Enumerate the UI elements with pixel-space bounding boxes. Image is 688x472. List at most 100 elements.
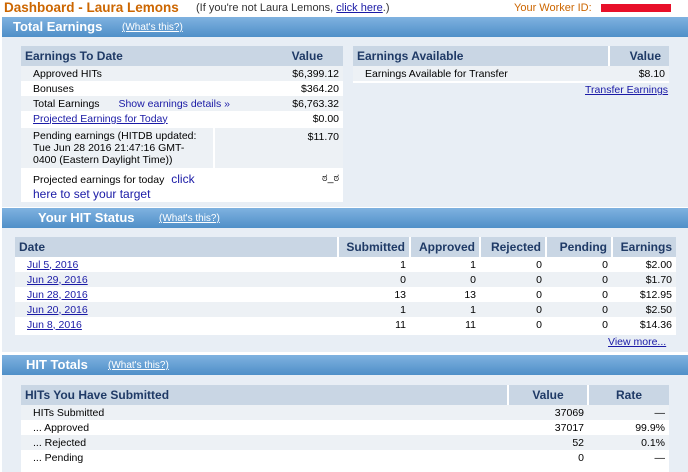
- double-chevron-down-icon: »: [224, 97, 230, 110]
- approved-cell: 13: [410, 287, 480, 302]
- view-more-link[interactable]: View more...: [608, 336, 666, 348]
- bonuses-label: Bonuses: [33, 82, 74, 95]
- totals-rate: —: [588, 405, 669, 420]
- totals-value-heading: Value: [508, 385, 589, 405]
- earnings-available-heading: Earnings Available: [357, 49, 464, 63]
- earnings-to-date-heading: Earnings To Date: [25, 49, 123, 63]
- total-earnings-title: Total Earnings: [13, 19, 103, 34]
- available-value-heading: Value: [608, 46, 669, 66]
- set-target-link[interactable]: here to set your target: [33, 187, 150, 201]
- rejected-cell: 0: [480, 317, 546, 332]
- approved-hits-label: Approved HITs: [33, 67, 102, 80]
- hit-status-help-link[interactable]: (What's this?): [159, 213, 220, 224]
- transfer-available-value: $8.10: [638, 67, 665, 80]
- show-earnings-details-label: Show earnings details: [118, 97, 222, 110]
- bonuses-value: $364.20: [301, 82, 339, 95]
- totals-rate: —: [588, 450, 669, 465]
- worker-id-label: Your Worker ID:: [514, 2, 592, 14]
- earnings-cell: $14.36: [612, 317, 676, 332]
- projected-earnings-value: $0.00: [312, 112, 339, 125]
- earnings-to-date-table: Earnings To Date Value Approved HITs $6,…: [21, 46, 343, 126]
- totals-value: 0: [508, 450, 588, 465]
- totals-value: 37017: [508, 420, 588, 435]
- rejected-cell: 0: [480, 287, 546, 302]
- pending-cell: 0: [546, 257, 612, 272]
- not-user-suffix: .): [382, 2, 390, 14]
- target-label: Projected earnings for today: [33, 174, 165, 186]
- click-here-link[interactable]: click here: [336, 2, 382, 14]
- col-rejected[interactable]: Rejected: [480, 237, 547, 257]
- col-submitted[interactable]: Submitted: [338, 237, 411, 257]
- hit-status-box: Date Submitted Approved Rejected Pending…: [15, 237, 676, 335]
- date-link[interactable]: Jun 28, 2016: [27, 289, 88, 301]
- earnings-cell: $2.50: [612, 302, 676, 317]
- col-approved[interactable]: Approved: [410, 237, 481, 257]
- total-earnings-label: Total Earnings: [33, 97, 100, 110]
- hit-totals-table: HITs You Have Submitted Value Rate HITs …: [21, 385, 669, 465]
- rejected-cell: 0: [480, 257, 546, 272]
- show-earnings-details-link[interactable]: Show earnings details »: [118, 98, 230, 110]
- worker-id-redaction: [601, 4, 671, 12]
- submitted-cell: 13: [338, 287, 410, 302]
- totals-label: ... Rejected: [21, 435, 508, 450]
- submitted-cell: 11: [338, 317, 410, 332]
- top-bar: Dashboard - Laura Lemons (If you're not …: [0, 0, 688, 16]
- table-row: Jun 20, 2016 1 1 0 0 $2.50: [15, 302, 676, 317]
- date-link[interactable]: Jun 20, 2016: [27, 304, 88, 316]
- target-link-start[interactable]: click: [171, 172, 194, 186]
- date-link[interactable]: Jul 5, 2016: [27, 259, 78, 271]
- pending-earnings-row: Pending earnings (HITDB updated: Tue Jun…: [21, 128, 343, 168]
- total-earnings-header: Total Earnings (What's this?): [2, 17, 688, 37]
- table-row: Jun 29, 2016 0 0 0 0 $1.70: [15, 272, 676, 287]
- total-earnings-help-link[interactable]: (What's this?): [122, 22, 183, 33]
- earnings-cell: $12.95: [612, 287, 676, 302]
- totals-label: ... Approved: [21, 420, 508, 435]
- submitted-cell: 1: [338, 257, 410, 272]
- submitted-cell: 0: [338, 272, 410, 287]
- date-link[interactable]: Jun 8, 2016: [27, 319, 82, 331]
- pending-cell: 0: [546, 287, 612, 302]
- projected-earnings-link[interactable]: Projected Earnings for Today: [33, 113, 168, 125]
- earnings-value-heading: Value: [291, 49, 323, 63]
- hit-status-table: Date Submitted Approved Rejected Pending…: [15, 237, 676, 332]
- hit-status-title: Your HIT Status: [38, 210, 135, 225]
- rejected-cell: 0: [480, 302, 546, 317]
- total-earnings-value: $6,763.32: [292, 97, 339, 110]
- earnings-available-box: Earnings Available Value Earnings Availa…: [353, 46, 669, 83]
- totals-rate-heading: Rate: [588, 385, 669, 405]
- totals-label: ... Pending: [21, 450, 508, 465]
- submitted-cell: 1: [338, 302, 410, 317]
- pending-divider: [213, 128, 215, 168]
- col-pending[interactable]: Pending: [546, 237, 613, 257]
- totals-value: 52: [508, 435, 588, 450]
- table-row: Jun 28, 2016 13 13 0 0 $12.95: [15, 287, 676, 302]
- target-text: Projected earnings for today click here …: [33, 172, 223, 202]
- approved-hits-value: $6,399.12: [292, 67, 339, 80]
- approved-cell: 1: [410, 302, 480, 317]
- pending-label-line-2: Tue Jun 28 2016 21:47:16 GMT-: [33, 142, 185, 154]
- target-divider: [213, 170, 215, 202]
- table-row: Jul 5, 2016 1 1 0 0 $2.00: [15, 257, 676, 272]
- table-row: ... Approved 37017 99.9%: [21, 420, 669, 435]
- table-row: Jun 8, 2016 11 11 0 0 $14.36: [15, 317, 676, 332]
- page-title: Dashboard - Laura Lemons: [4, 0, 179, 15]
- hit-totals-help-link[interactable]: (What's this?): [108, 360, 169, 371]
- hit-status-header: Your HIT Status (What's this?): [2, 208, 688, 228]
- earnings-available-table: Earnings Available Value Earnings Availa…: [353, 46, 669, 81]
- col-date[interactable]: Date: [15, 237, 339, 257]
- approved-cell: 11: [410, 317, 480, 332]
- col-earnings[interactable]: Earnings: [612, 237, 676, 257]
- totals-rate: 99.9%: [588, 420, 669, 435]
- pending-cell: 0: [546, 302, 612, 317]
- table-row: HITs Submitted 37069 —: [21, 405, 669, 420]
- pending-earnings-label: Pending earnings (HITDB updated: Tue Jun…: [33, 130, 196, 166]
- earnings-cell: $1.70: [612, 272, 676, 287]
- hit-totals-box: HITs You Have Submitted Value Rate HITs …: [21, 385, 669, 472]
- pending-label-line-3: 0400 (Eastern Daylight Time)): [33, 154, 173, 166]
- date-link[interactable]: Jun 29, 2016: [27, 274, 88, 286]
- target-face-value: ಠ_ಠ: [322, 172, 339, 184]
- transfer-earnings-link[interactable]: Transfer Earnings: [585, 84, 668, 96]
- earnings-to-date-box: Earnings To Date Value Approved HITs $6,…: [21, 46, 343, 202]
- not-user-prefix: (If you're not Laura Lemons,: [196, 2, 337, 14]
- hit-totals-title: HIT Totals: [26, 357, 88, 372]
